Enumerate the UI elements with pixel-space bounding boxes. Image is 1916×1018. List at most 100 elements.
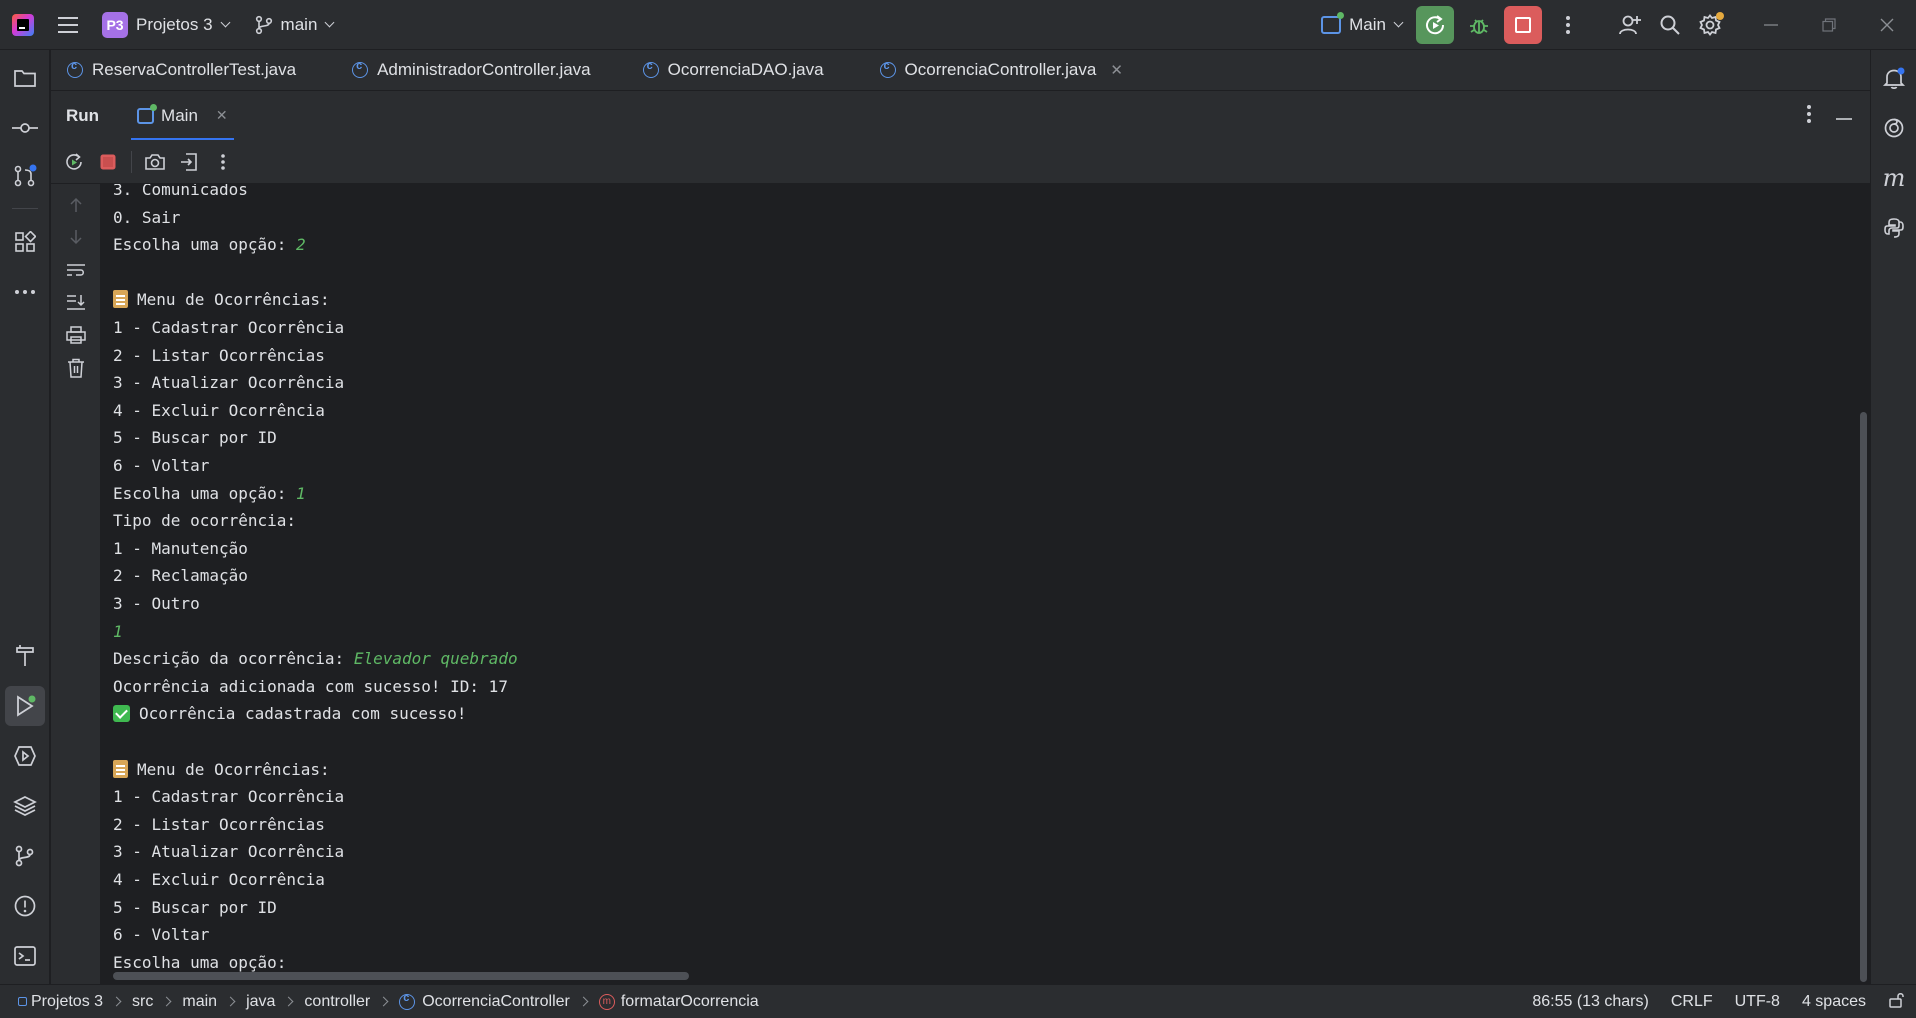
editor-tab-label[interactable]: OcorrenciaController.java [905,60,1097,80]
build-hammer-icon[interactable] [5,636,45,676]
breadcrumb-label[interactable]: Projetos 3 [31,993,103,1011]
more-actions-icon[interactable] [1548,5,1588,45]
console-line: Descrição da ocorrência: Elevador quebra… [113,645,518,672]
close-run-tab-icon[interactable]: ✕ [216,107,228,124]
console-line: Menu de Ocorrências: [113,756,330,783]
close-window-button[interactable] [1858,0,1916,50]
search-icon[interactable] [1650,5,1690,45]
run-config-icon [137,103,158,124]
settings-gear-icon[interactable] [1690,5,1730,45]
console-horizontal-scrollbar[interactable] [113,972,689,980]
debug-button[interactable] [1460,6,1498,44]
breadcrumb-item[interactable]: main [182,993,217,1011]
notifications-bell-icon[interactable] [1874,58,1914,98]
structure-icon[interactable] [5,222,45,262]
console-text: 3 - Outro [113,594,200,613]
console-text: 1 - Cadastrar Ocorrência [113,318,345,337]
exit-icon[interactable] [178,151,200,173]
soft-wrap-icon[interactable] [65,259,87,281]
line-ending[interactable]: CRLF [1671,993,1713,1011]
main-menu-icon[interactable] [48,5,88,45]
breadcrumb-item[interactable]: src [132,993,153,1011]
file-encoding[interactable]: UTF-8 [1735,993,1780,1011]
breadcrumb-item[interactable]: m formatarOcorrencia [598,993,759,1011]
pull-requests-icon[interactable] [5,156,45,196]
run-config-selector[interactable]: Main [1321,12,1404,35]
print-icon[interactable] [65,324,87,346]
project-selector[interactable]: Projetos 3 [136,15,230,35]
camera-snapshot-icon[interactable] [144,151,166,173]
rerun-icon[interactable] [63,151,85,173]
console-line: Ocorrência cadastrada com sucesso! [113,700,467,727]
more-tool-windows-icon[interactable] [5,272,45,312]
console-output[interactable]: 3. Comunicados 0. Sair Escolha uma opção: … [101,184,1857,984]
editor-tab[interactable]: ReservaControllerTest.java [51,50,312,90]
breadcrumb-label[interactable]: main [182,993,217,1011]
editor-tab-active[interactable]: OcorrenciaController.java ✕ [840,50,1139,90]
arrow-down-icon[interactable] [65,226,87,248]
editor-tab[interactable]: OcorrenciaDAO.java [607,50,840,90]
scrollbar-thumb[interactable] [1860,412,1867,982]
project-name[interactable]: Projetos 3 [136,15,213,35]
console-text: 5 - Buscar por ID [113,897,277,917]
rerun-button[interactable] [1416,6,1454,44]
editor-tab-label[interactable]: OcorrenciaDAO.java [668,60,824,80]
run-panel-options-icon[interactable] [1806,104,1812,129]
console-user-input: 2 [296,235,306,255]
breadcrumb-item[interactable]: controller [304,993,370,1011]
scroll-to-end-icon[interactable] [65,291,87,313]
more-options-icon[interactable] [212,151,234,173]
breadcrumb-item[interactable]: OcorrenciaController [399,992,570,1011]
breadcrumb-item[interactable]: Projetos 3 [18,993,103,1011]
project-badge[interactable]: P3 [102,11,128,38]
arrow-up-icon[interactable] [65,194,87,216]
run-config-name[interactable]: Main [1349,15,1386,35]
rerun-icon [1426,15,1445,35]
console-vertical-scrollbar[interactable] [1857,184,1870,984]
run-tab-label[interactable]: Main [161,106,198,126]
services-icon[interactable] [5,736,45,776]
project-tool-folder-icon[interactable] [5,58,45,98]
restore-window-button[interactable] [1800,0,1858,50]
branch-name[interactable]: main [281,15,318,35]
problems-icon[interactable] [5,886,45,926]
breadcrumb-label[interactable]: OcorrenciaController [422,993,570,1011]
trash-clear-icon[interactable] [65,357,87,379]
python-console-icon[interactable] [1874,208,1914,248]
run-tab-main[interactable]: Main ✕ [131,91,234,141]
hide-panel-icon[interactable] [1836,107,1852,125]
minimize-window-button[interactable] [1742,0,1800,50]
console-line: 6 - Voltar [113,921,209,948]
breadcrumb-item[interactable]: java [246,993,275,1011]
close-tab-icon[interactable]: ✕ [1110,61,1123,79]
editor-tab[interactable]: AdministradorController.java [312,50,607,90]
editor-tab-label[interactable]: ReservaControllerTest.java [92,60,296,80]
breadcrumb-label[interactable]: java [246,993,275,1011]
console-text: 6 - Voltar [113,925,210,945]
indent-setting[interactable]: 4 spaces [1802,993,1866,1011]
toolbar-divider [131,150,132,173]
add-user-icon[interactable] [1610,5,1650,45]
maven-icon[interactable]: m [1874,158,1914,198]
commit-tool-icon[interactable] [5,108,45,148]
git-icon[interactable] [5,836,45,876]
breadcrumb-label[interactable]: src [132,993,153,1011]
console-line: 4 - Excluir Ocorrência [113,397,325,424]
ai-assistant-icon[interactable] [1874,108,1914,148]
close-icon [1880,18,1894,32]
unlock-icon[interactable] [1888,991,1906,1014]
console-line: 3 - Atualizar Ocorrência [113,369,344,396]
run-tool-icon[interactable] [5,686,45,726]
caret-position[interactable]: 86:55 (13 chars) [1532,993,1649,1011]
breadcrumb-label[interactable]: controller [304,993,370,1011]
clipboard-icon [113,290,128,309]
editor-tab-label[interactable]: AdministradorController.java [377,60,591,80]
layers-icon[interactable] [5,786,45,826]
branch-selector[interactable]: main [255,15,335,35]
console-text: 5 - Buscar por ID [113,428,277,448]
stop-icon[interactable] [97,151,119,173]
breadcrumb-label[interactable]: formatarOcorrencia [621,993,759,1011]
terminal-icon[interactable] [5,936,45,976]
console-text: 3 - Atualizar Ocorrência [113,373,345,393]
stop-button[interactable] [1504,6,1542,44]
